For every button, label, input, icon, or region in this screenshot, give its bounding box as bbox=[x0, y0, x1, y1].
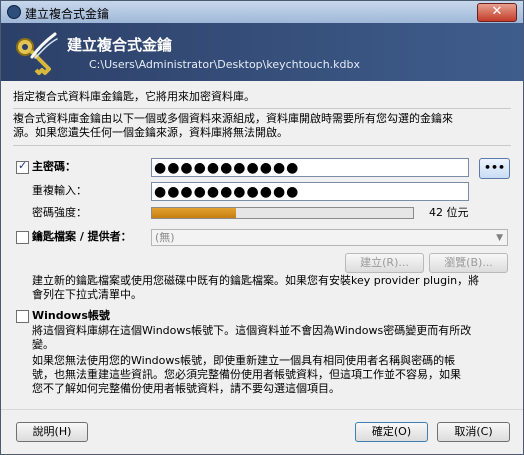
description-line-1: 複合式資料庫金鑰由以下一個或多個資料來源組成，資料庫開啟時需要所有您勾選的金鑰來 bbox=[13, 112, 453, 125]
cancel-button[interactable]: 取消(C) bbox=[437, 422, 510, 442]
title-bar: 建立複合式金鑰 ✕ bbox=[1, 1, 523, 24]
show-password-button[interactable]: ••• bbox=[479, 158, 510, 179]
windows-account-warning-line-3: 您不了解如何完整備份使用者帳號資料，請不要勾選這個項目。 bbox=[32, 382, 340, 395]
windows-account-label: Windows帳號 bbox=[32, 309, 110, 322]
window-title: 建立複合式金鑰 bbox=[25, 7, 110, 21]
key-file-checkbox[interactable] bbox=[16, 231, 29, 244]
password-strength-label: 密碼強度： bbox=[32, 206, 87, 219]
password-strength-meter bbox=[151, 207, 414, 219]
banner-title: 建立複合式金鑰 bbox=[67, 36, 173, 54]
help-button[interactable]: 說明(H) bbox=[16, 422, 88, 442]
windows-account-checkbox[interactable] bbox=[16, 310, 29, 323]
database-path: C:\Users\Administrator\Desktop\keychtouc… bbox=[89, 58, 361, 71]
dialog-body: 指定複合式資料庫金鑰匙，它將用來加密資料庫。 複合式資料庫金鑰由以下一個或多個資… bbox=[1, 81, 523, 454]
windows-account-help-line-1: 將這個資料庫綁在這個Windows帳號下。這個資料並不會因為Windows密碼變… bbox=[32, 324, 472, 337]
intro-text: 指定複合式資料庫金鑰匙，它將用來加密資料庫。 bbox=[13, 90, 255, 103]
windows-account-help-line-2: 變。 bbox=[32, 338, 54, 351]
divider bbox=[13, 145, 511, 146]
password-strength-fill bbox=[152, 208, 236, 218]
repeat-password-label: 重複輸入： bbox=[32, 184, 87, 197]
key-logo-icon bbox=[16, 32, 58, 75]
repeat-password-field[interactable]: ●●●●●●●●●●● bbox=[151, 182, 469, 201]
windows-account-warning-line-1: 如果您無法使用您的Windows帳號，即使重新建立一個具有相同使用者名稱與密碼的… bbox=[32, 354, 456, 367]
key-file-label: 鑰匙檔案 / 提供者： bbox=[32, 230, 132, 243]
divider bbox=[13, 108, 511, 109]
dialog-banner: 建立複合式金鑰 C:\Users\Administrator\Desktop\k… bbox=[1, 23, 523, 81]
key-file-selected: (無) bbox=[155, 231, 175, 244]
close-button[interactable]: ✕ bbox=[477, 3, 517, 22]
ok-button[interactable]: 確定(O) bbox=[355, 422, 428, 442]
key-file-help-line-2: 會列在下拉式清單中。 bbox=[32, 288, 142, 301]
master-password-label: 主密碼： bbox=[32, 160, 76, 173]
key-file-help-line-1: 建立新的鑰匙檔案或使用您磁碟中既有的鑰匙檔案。如果您有安裝key provide… bbox=[32, 274, 480, 287]
key-file-dropdown[interactable]: (無) ▼ bbox=[151, 229, 508, 246]
app-icon bbox=[7, 5, 21, 19]
description-line-2: 源。如果您遺失任何一個金鑰來源，資料庫將無法開啟。 bbox=[13, 126, 288, 139]
master-password-field[interactable]: ●●●●●●●●●●● bbox=[151, 158, 469, 177]
chevron-down-icon: ▼ bbox=[496, 233, 503, 243]
button-bar: 說明(H) 確定(O) 取消(C) bbox=[1, 409, 523, 454]
master-password-checkbox[interactable] bbox=[16, 159, 29, 174]
windows-account-warning-line-2: 號，也無法重建這些資訊。您必須完整備份使用者帳號資料，但這項工作並不容易，如果 bbox=[32, 368, 461, 381]
create-key-file-button[interactable]: 建立(R)... bbox=[345, 253, 424, 273]
password-strength-bits: 42 位元 bbox=[429, 206, 469, 219]
create-composite-key-dialog: 建立複合式金鑰 ✕ 建立複合式金鑰 C:\Users\Administrator… bbox=[0, 0, 524, 455]
browse-key-file-button[interactable]: 瀏覽(B)... bbox=[429, 253, 508, 273]
